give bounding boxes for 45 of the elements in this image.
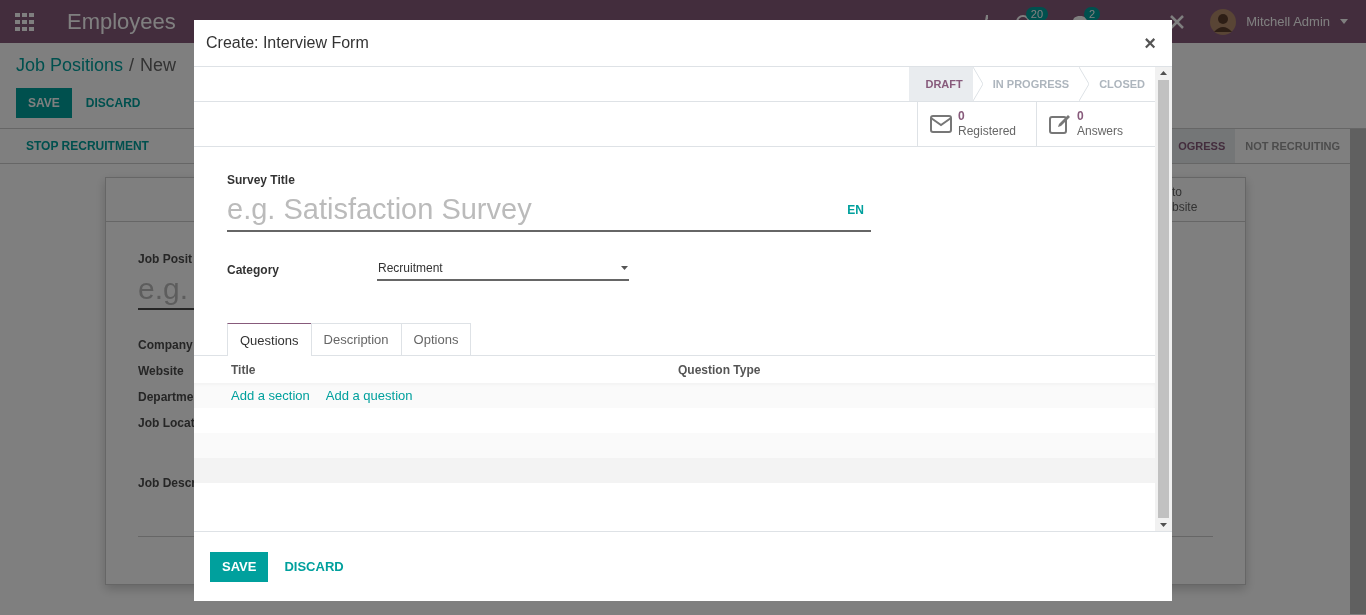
category-select[interactable]: Recruitment bbox=[377, 258, 629, 281]
stage-button[interactable]: CLOSED bbox=[1083, 67, 1155, 101]
field-label: Job Descr bbox=[138, 475, 197, 492]
tab[interactable]: Questions bbox=[227, 323, 312, 356]
breadcrumb-link[interactable]: Job Positions bbox=[16, 55, 124, 76]
discard-button[interactable]: DISCARD bbox=[73, 88, 153, 118]
column-header: Question Type bbox=[678, 362, 761, 377]
user-menu[interactable]: Mitchell Admin bbox=[1246, 14, 1330, 29]
stat-button[interactable]: 0 Registered bbox=[917, 102, 1036, 146]
envelope-icon bbox=[930, 115, 952, 133]
apps-menu-icon[interactable] bbox=[15, 12, 35, 31]
stage-button[interactable]: DRAFT bbox=[909, 67, 973, 101]
language-button[interactable]: EN bbox=[841, 203, 870, 217]
activity-count: 20 bbox=[1025, 6, 1049, 21]
avatar[interactable] bbox=[1210, 8, 1237, 35]
close-button[interactable]: × bbox=[1140, 31, 1160, 55]
field-label: Website bbox=[138, 363, 184, 380]
field-label: Job Posit bbox=[138, 251, 192, 268]
tab[interactable]: Options bbox=[400, 323, 472, 355]
scroll-down-icon[interactable] bbox=[1160, 523, 1167, 527]
save-button[interactable]: SAVE bbox=[16, 88, 72, 118]
field-label: Company bbox=[138, 337, 193, 354]
app-name: Employees bbox=[67, 8, 176, 35]
field-label: Job Locat bbox=[138, 415, 195, 432]
stage-button[interactable]: IN PROGRESS bbox=[976, 67, 1080, 101]
field-label: Category bbox=[227, 262, 280, 277]
add-link[interactable]: Add a section bbox=[231, 388, 310, 403]
field-label: Survey Title bbox=[227, 173, 296, 187]
breadcrumb-separator: / bbox=[129, 55, 135, 76]
scrollbar[interactable] bbox=[1350, 129, 1366, 614]
discard-button[interactable]: DISCARD bbox=[272, 551, 356, 582]
add-link[interactable]: Add a question bbox=[325, 388, 413, 403]
field-label: Departme bbox=[138, 389, 194, 406]
stop-recruitment-button[interactable]: STOP RECRUITMENT bbox=[16, 139, 159, 153]
message-count: 2 bbox=[1084, 6, 1101, 21]
edit-icon bbox=[1049, 114, 1071, 134]
scroll-up-icon[interactable] bbox=[1160, 71, 1167, 75]
tools-icon[interactable] bbox=[1170, 14, 1185, 29]
caret-icon bbox=[1340, 19, 1348, 24]
dialog-title: Create: Interview Form bbox=[206, 34, 369, 52]
scrollbar[interactable] bbox=[1155, 67, 1172, 531]
column-header: Title bbox=[231, 362, 257, 377]
save-button[interactable]: SAVE bbox=[210, 551, 269, 582]
caret-icon bbox=[621, 266, 628, 270]
breadcrumb-current: New bbox=[140, 55, 177, 76]
